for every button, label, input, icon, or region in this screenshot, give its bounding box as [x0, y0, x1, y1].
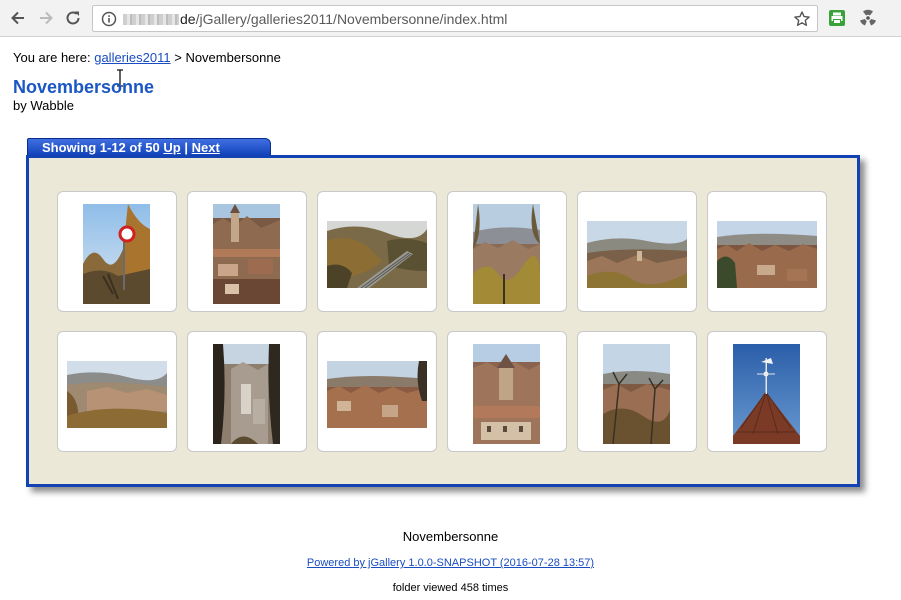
photo-town-rooftops [717, 221, 817, 288]
thumbnail-7[interactable] [57, 331, 177, 452]
thumbnail-3[interactable] [317, 191, 437, 312]
footer-view-count: folder viewed 458 times [392, 582, 509, 594]
thumbnail-11[interactable] [577, 331, 697, 452]
footer-powered-by: Powered by jGallery 1.0.0-SNAPSHOT (2016… [0, 557, 901, 570]
thumbnail-8[interactable] [187, 331, 307, 452]
blurred-hostname [123, 13, 179, 25]
powered-by-link[interactable]: Powered by jGallery 1.0.0-SNAPSHOT (2016… [307, 557, 594, 569]
thumbnail-4[interactable] [447, 191, 567, 312]
info-icon[interactable] [101, 11, 117, 27]
photo-town-between-trees [213, 344, 280, 444]
radiation-extension-icon[interactable] [858, 8, 878, 28]
breadcrumb-separator: > [174, 50, 182, 65]
photo-town-panorama-hills [587, 221, 687, 288]
breadcrumb-prefix: You are here: [13, 50, 91, 65]
printer-extension-icon[interactable] [827, 8, 847, 28]
back-arrow-icon[interactable] [8, 8, 28, 28]
pager-divider: | [184, 140, 188, 155]
reload-icon[interactable] [63, 8, 83, 28]
photo-town-with-bare-trees [603, 344, 670, 444]
browser-toolbar: de/jGallery/galleries2011/Novembersonne/… [0, 0, 901, 37]
star-icon[interactable] [793, 10, 811, 28]
photo-town-rooftops-wide [327, 361, 427, 428]
photo-valley-town [67, 361, 167, 428]
photo-town-view-trees [473, 204, 540, 304]
thumbnail-10[interactable] [447, 331, 567, 452]
pager-up-link[interactable]: Up [163, 140, 180, 155]
footer-title: Novembersonne [402, 529, 499, 544]
thumbnail-1[interactable] [57, 191, 177, 312]
photo-traffic-sign-trees [83, 204, 150, 304]
thumbnail-9[interactable] [317, 331, 437, 452]
breadcrumb-link-galleries2011[interactable]: galleries2011 [94, 50, 170, 65]
url-text[interactable]: de/jGallery/galleries2011/Novembersonne/… [123, 11, 507, 27]
url-path: /jGallery/galleries2011/Novembersonne/in… [195, 11, 508, 27]
gallery-frame [26, 155, 860, 487]
photo-weather-vane-roof [733, 344, 800, 444]
thumbnail-5[interactable] [577, 191, 697, 312]
breadcrumb: You are here: galleries2011 > Novemberso… [13, 50, 281, 65]
forward-arrow-icon[interactable] [36, 8, 56, 28]
url-host-suffix: de [180, 11, 196, 27]
thumbnail-12[interactable] [707, 331, 827, 452]
photo-church-town-center [473, 344, 540, 444]
thumbnail-2[interactable] [187, 191, 307, 312]
photo-valley-railway [327, 221, 427, 288]
photo-town-church-tower [213, 204, 280, 304]
page-title: Novembersonne [13, 77, 155, 97]
page-author: by Wabble [13, 98, 74, 113]
address-bar[interactable]: de/jGallery/galleries2011/Novembersonne/… [92, 5, 818, 32]
thumbnail-6[interactable] [707, 191, 827, 312]
pager-next-link[interactable]: Next [192, 140, 220, 155]
pager-status: Showing 1-12 of 50 [42, 140, 160, 155]
breadcrumb-current: Novembersonne [185, 50, 281, 65]
